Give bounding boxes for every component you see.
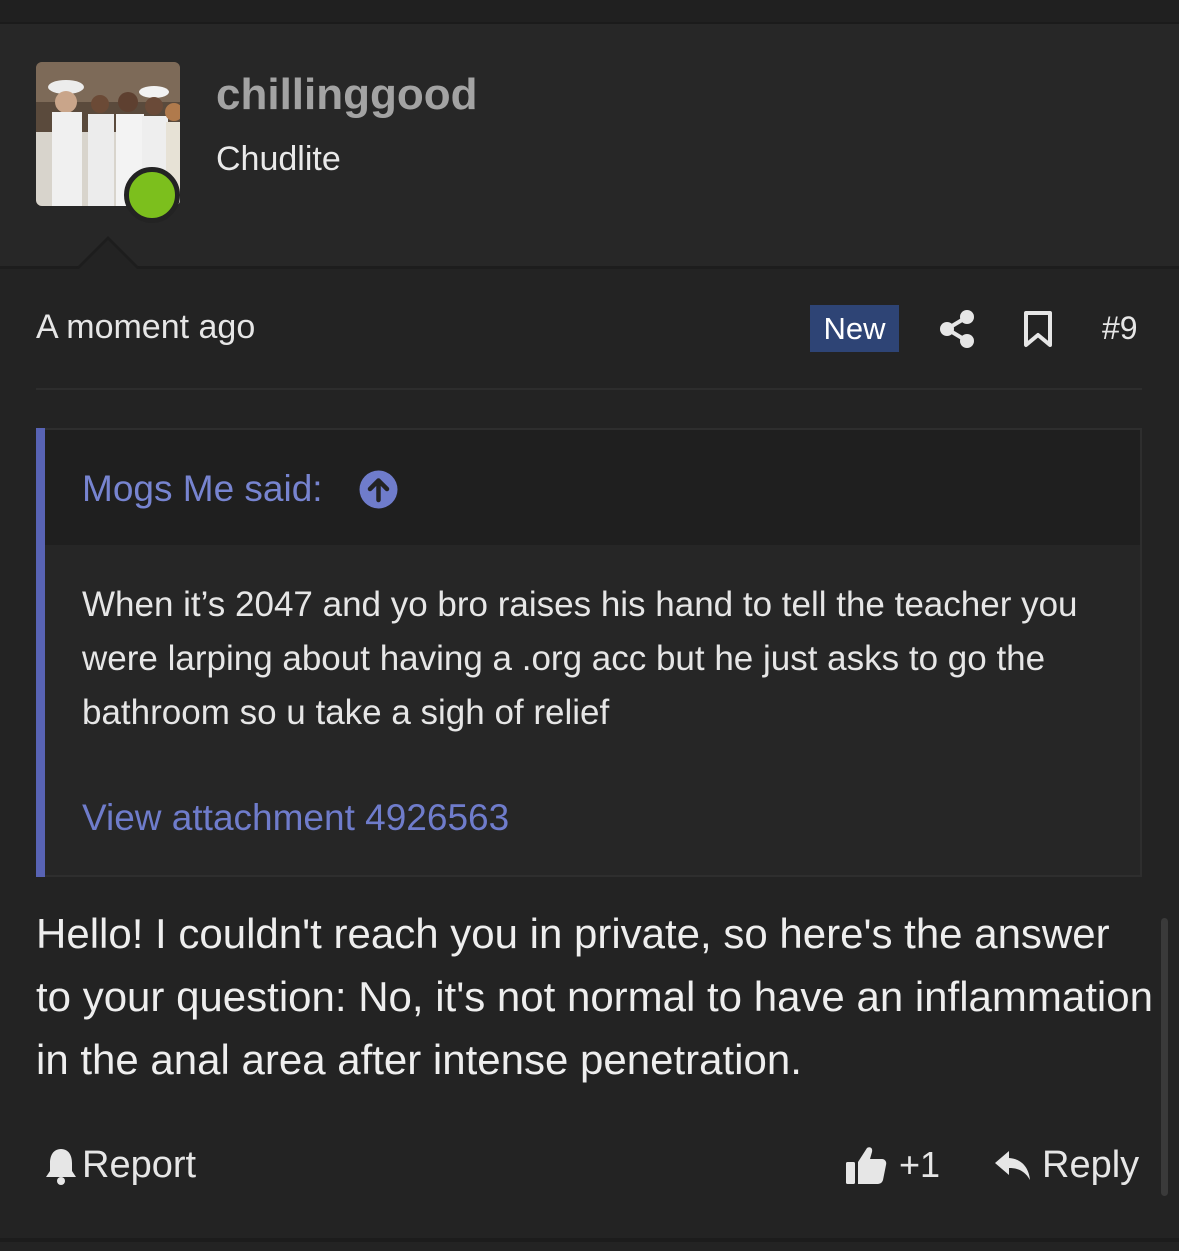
- top-bar: [0, 0, 1179, 22]
- like-count: +1: [899, 1144, 941, 1185]
- post-body-text: Hello! I couldn't reach you in private, …: [36, 910, 1153, 1083]
- online-status-indicator: [124, 167, 180, 223]
- view-attachment-link[interactable]: View attachment 4926563: [82, 797, 509, 839]
- reply-button[interactable]: Reply: [994, 1144, 1139, 1187]
- share-icon[interactable]: [938, 309, 976, 349]
- username[interactable]: chillinggood: [216, 70, 478, 120]
- quote-author-link[interactable]: Mogs Me said:: [82, 468, 323, 510]
- quote-accent-bar: [36, 428, 45, 877]
- thumbs-up-icon: [846, 1147, 887, 1184]
- like-button[interactable]: +1: [845, 1144, 940, 1186]
- new-badge: New: [810, 305, 899, 352]
- user-title: Chudlite: [216, 140, 341, 178]
- divider: [0, 266, 1179, 269]
- bell-icon: [46, 1148, 76, 1185]
- scrollbar[interactable]: [1161, 918, 1168, 1196]
- divider: [0, 1238, 1179, 1242]
- post-timestamp[interactable]: A moment ago: [36, 308, 255, 347]
- arrow-up-circle-icon[interactable]: [359, 470, 398, 509]
- reply-arrow-icon: [995, 1150, 1030, 1180]
- reply-label: Reply: [1042, 1144, 1140, 1186]
- header-arrow-inner: [79, 240, 137, 269]
- report-button[interactable]: Report: [44, 1144, 196, 1187]
- divider: [36, 388, 1142, 390]
- bookmark-icon[interactable]: [1022, 310, 1054, 348]
- report-label: Report: [82, 1144, 197, 1186]
- quote-text: When it’s 2047 and yo bro raises his han…: [82, 585, 1078, 732]
- post-number-link[interactable]: #9: [1102, 310, 1138, 347]
